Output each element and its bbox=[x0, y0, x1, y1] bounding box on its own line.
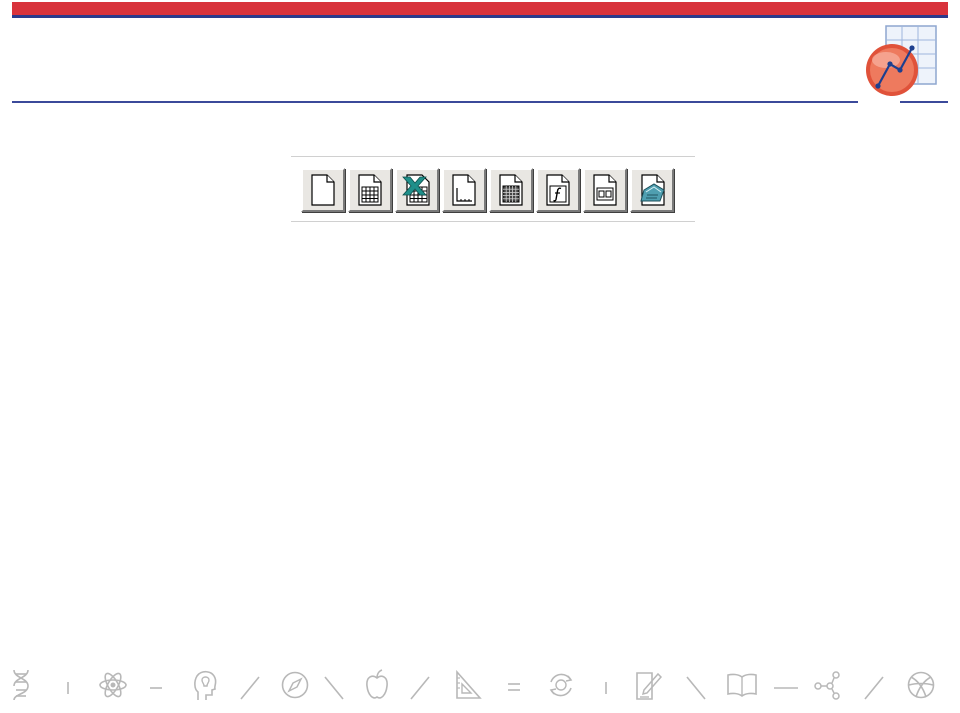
new-worksheet-button[interactable]: new-worksheet-icon bbox=[348, 168, 392, 212]
header-divider bbox=[12, 101, 858, 103]
separator-slash-2 bbox=[410, 676, 430, 700]
recycle-brain-icon bbox=[549, 673, 573, 697]
head-idea-icon bbox=[194, 670, 217, 700]
app-logo-icon bbox=[866, 25, 937, 96]
pencil-paper-icon bbox=[636, 672, 662, 700]
basketball-icon bbox=[907, 671, 935, 699]
new-function-icon bbox=[546, 174, 570, 206]
atom-icon bbox=[99, 672, 127, 698]
separator-slash-1 bbox=[240, 676, 260, 700]
new-project-button[interactable]: new-blank-document-icon bbox=[301, 168, 345, 212]
footer-decoration bbox=[0, 664, 960, 708]
apple-icon bbox=[366, 669, 388, 699]
new-window-toolbar: new-blank-document-icon new-worksheet-ic… bbox=[291, 156, 695, 222]
new-graph-button[interactable]: new-graph-icon bbox=[442, 168, 486, 212]
header-red-band bbox=[12, 2, 948, 15]
new-excel-button[interactable]: new-excel-workbook-icon bbox=[395, 168, 439, 212]
toolbar-buttons: new-blank-document-icon new-worksheet-ic… bbox=[301, 168, 677, 212]
new-blank-document-icon bbox=[311, 174, 335, 206]
header-divider-right bbox=[900, 101, 948, 103]
new-layout-page-icon bbox=[593, 174, 617, 206]
separator-equals-1 bbox=[508, 683, 520, 691]
separator-backslash-2 bbox=[686, 676, 706, 700]
separator-bar-1 bbox=[67, 682, 69, 694]
separator-backslash-1 bbox=[324, 676, 344, 700]
separator-bar-2 bbox=[605, 682, 607, 694]
new-graph-icon bbox=[452, 174, 476, 206]
new-excel-workbook-icon bbox=[402, 174, 430, 206]
separator-slash-3 bbox=[864, 676, 884, 700]
new-notes-icon bbox=[640, 174, 665, 206]
compass-icon bbox=[281, 671, 309, 699]
ruler-triangle-icon bbox=[456, 670, 482, 699]
new-matrix-icon bbox=[499, 174, 523, 206]
separator-dash-1 bbox=[150, 687, 162, 689]
dna-icon bbox=[13, 669, 29, 701]
new-function-button[interactable]: new-function-icon bbox=[536, 168, 580, 212]
new-worksheet-icon bbox=[358, 174, 382, 206]
header-blue-stripe bbox=[12, 15, 948, 18]
new-notes-button[interactable]: new-notes-icon bbox=[630, 168, 674, 212]
new-layout-button[interactable]: new-layout-page-icon bbox=[583, 168, 627, 212]
new-matrix-button[interactable]: new-matrix-icon bbox=[489, 168, 533, 212]
network-nodes-icon bbox=[814, 671, 840, 700]
separator-long-dash-1 bbox=[774, 687, 798, 689]
open-book-icon bbox=[727, 673, 757, 697]
